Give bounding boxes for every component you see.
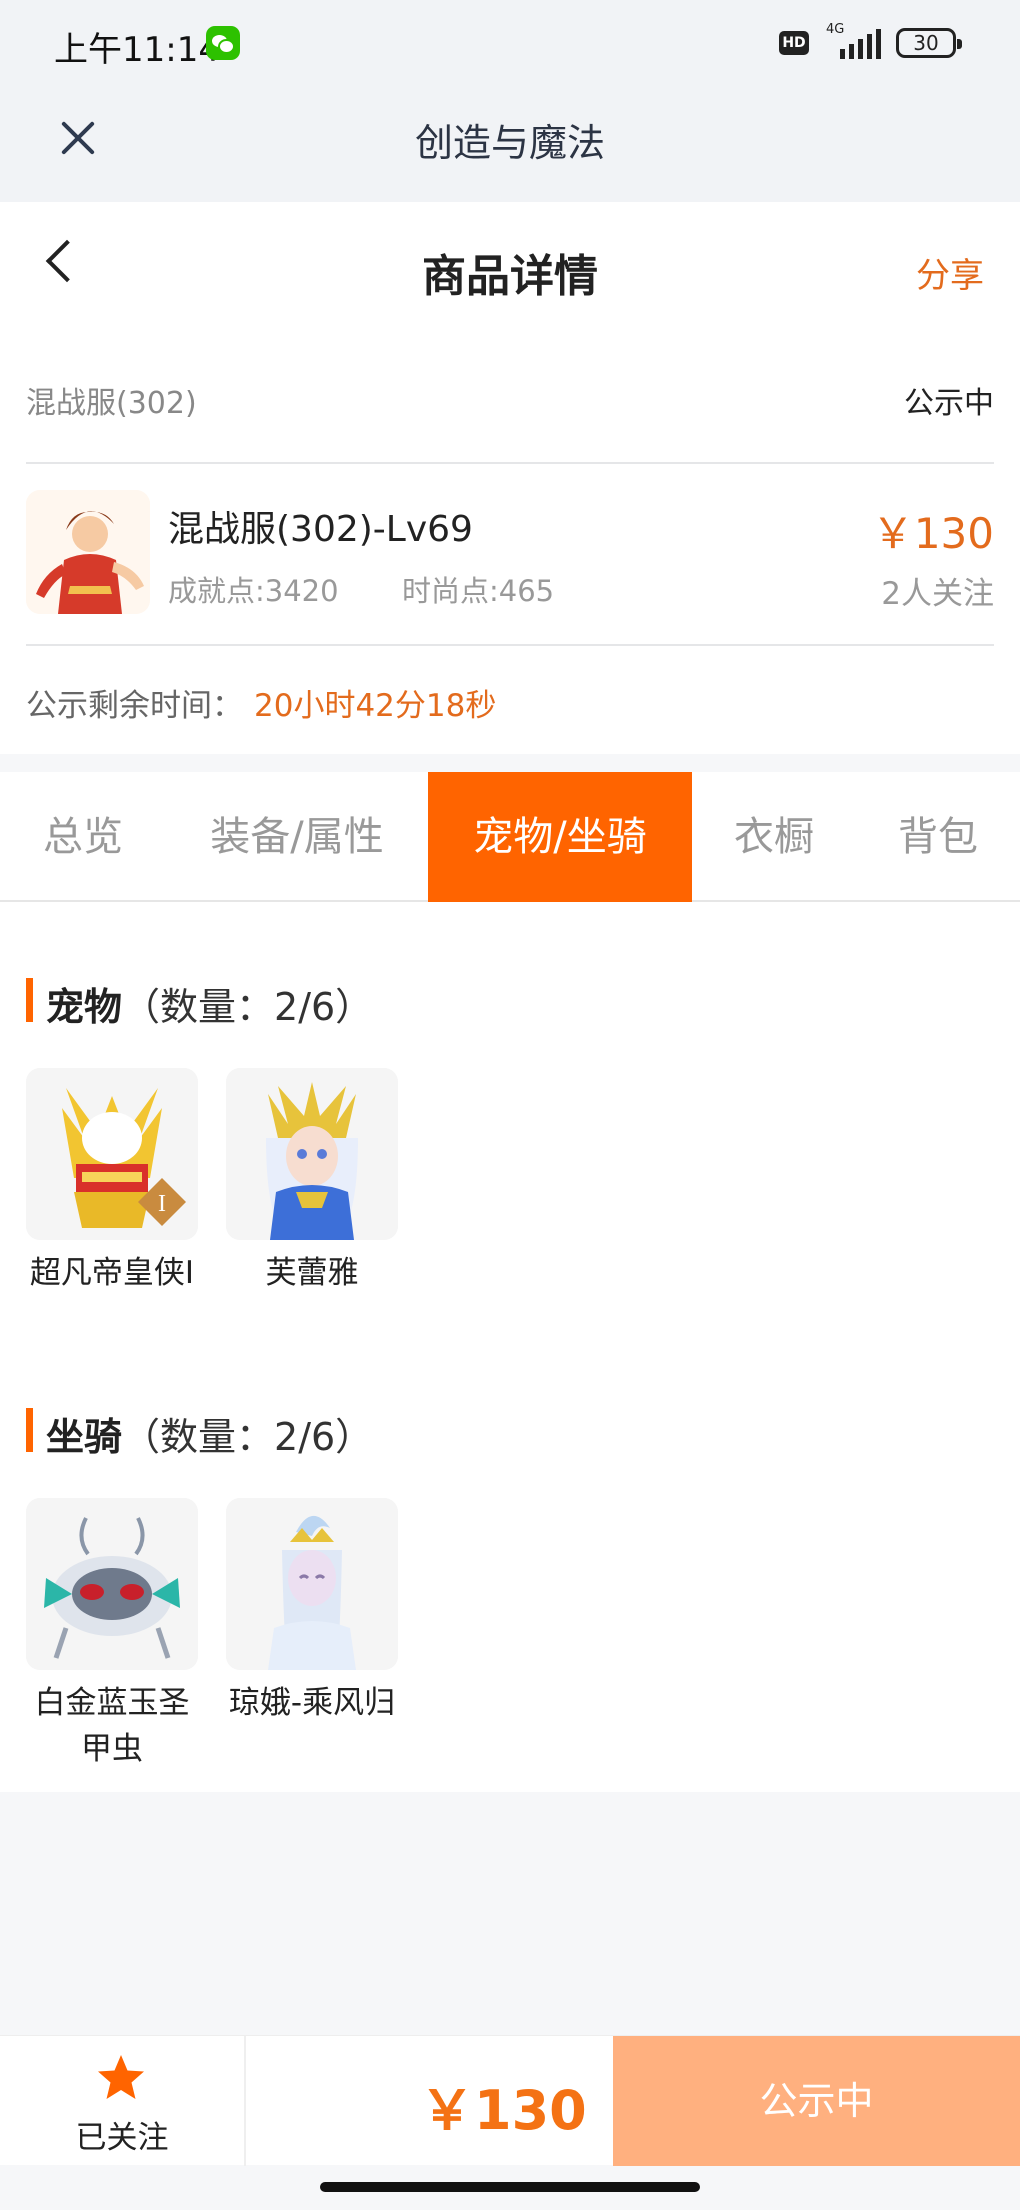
listing-info: 混战服(302) 公示中 混战服(302)-Lv69 成就点:3420 时尚点:… [0,332,1020,754]
tab-wardrobe[interactable]: 衣橱 [692,772,856,902]
tab-equipment[interactable]: 装备/属性 [166,772,428,902]
follow-button[interactable]: 已关注 [0,2036,244,2166]
divider [244,2036,246,2166]
character-name: 混战服(302)-Lv69 [168,509,473,550]
listing-status-button[interactable]: 公示中 [613,2036,1020,2166]
pet-name: 芙蕾雅 [265,1255,359,1291]
status-bar: 上午11:14 HD 4G 30 [0,0,1020,88]
mount-name: 琼娥-乘风归 [228,1685,396,1721]
pets-title: 宠物 [46,985,123,1029]
hd-icon: HD [779,31,809,55]
achievement-points: 成就点:3420 [168,574,339,608]
mounts-title: 坐骑 [46,1415,123,1459]
listing-status: 公示中 [904,386,994,421]
signal-icon [840,29,881,59]
svg-text:I: I [158,1191,166,1217]
countdown-value: 20小时42分18秒 [254,688,497,724]
mount-item[interactable]: 白金蓝玉圣甲虫 [26,1498,198,1772]
pets-section-title: 宠物（数量：2/6） [46,976,373,1031]
divider [26,462,994,464]
countdown-label: 公示剩余时间： [26,688,243,724]
status-time: 上午11:14 [54,30,220,70]
mount-image [26,1498,198,1670]
divider [26,644,994,646]
tab-pets-mounts[interactable]: 宠物/坐骑 [428,772,692,902]
section-marker [26,1408,33,1452]
fashion-points: 时尚点:465 [402,574,555,608]
pets-mounts-panel: 宠物（数量：2/6） I 超凡帝皇侠Ⅰ 芙蕾雅 坐骑（数量：2/6） 白金蓝玉圣… [0,902,1020,1792]
share-button[interactable]: 分享 [916,248,984,297]
pets-count: （数量：2/6） [122,985,374,1029]
mounts-count: （数量：2/6） [122,1415,374,1459]
page-header: 商品详情 分享 [0,202,1020,332]
mount-item[interactable]: 琼娥-乘风归 [226,1498,398,1726]
follow-label: 已关注 [75,2120,169,2156]
mount-name: 白金蓝玉圣甲虫 [34,1685,190,1767]
pet-image [226,1068,398,1240]
mounts-section-title: 坐骑（数量：2/6） [46,1406,373,1461]
tab-overview[interactable]: 总览 [0,772,166,902]
battery-icon: 30 [896,28,962,58]
character-avatar [26,490,150,614]
listing-price: ￥130 [871,509,994,558]
pet-image: I [26,1068,198,1240]
bottom-price: ￥130 [420,2079,587,2142]
pet-item[interactable]: I 超凡帝皇侠Ⅰ [26,1068,198,1296]
home-indicator[interactable] [320,2182,700,2192]
app-bar: 创造与魔法 [0,88,1020,202]
tab-bar: 总览 装备/属性 宠物/坐骑 衣橱 背包 [0,772,1020,902]
bottom-action-bar: 已关注 ￥130 公示中 [0,2035,1020,2166]
battery-level: 30 [913,31,939,55]
watcher-count: 2人关注 [881,576,994,612]
page-title: 商品详情 [422,251,598,302]
mount-image [226,1498,398,1670]
section-marker [26,978,33,1022]
server-label: 混战服(302) [26,386,197,421]
wechat-notification-icon [206,26,240,60]
pet-name: 超凡帝皇侠Ⅰ [29,1255,195,1291]
star-icon [98,2055,144,2099]
tab-backpack[interactable]: 背包 [856,772,1020,902]
pet-item[interactable]: 芙蕾雅 [226,1068,398,1296]
app-title: 创造与魔法 [414,121,605,165]
